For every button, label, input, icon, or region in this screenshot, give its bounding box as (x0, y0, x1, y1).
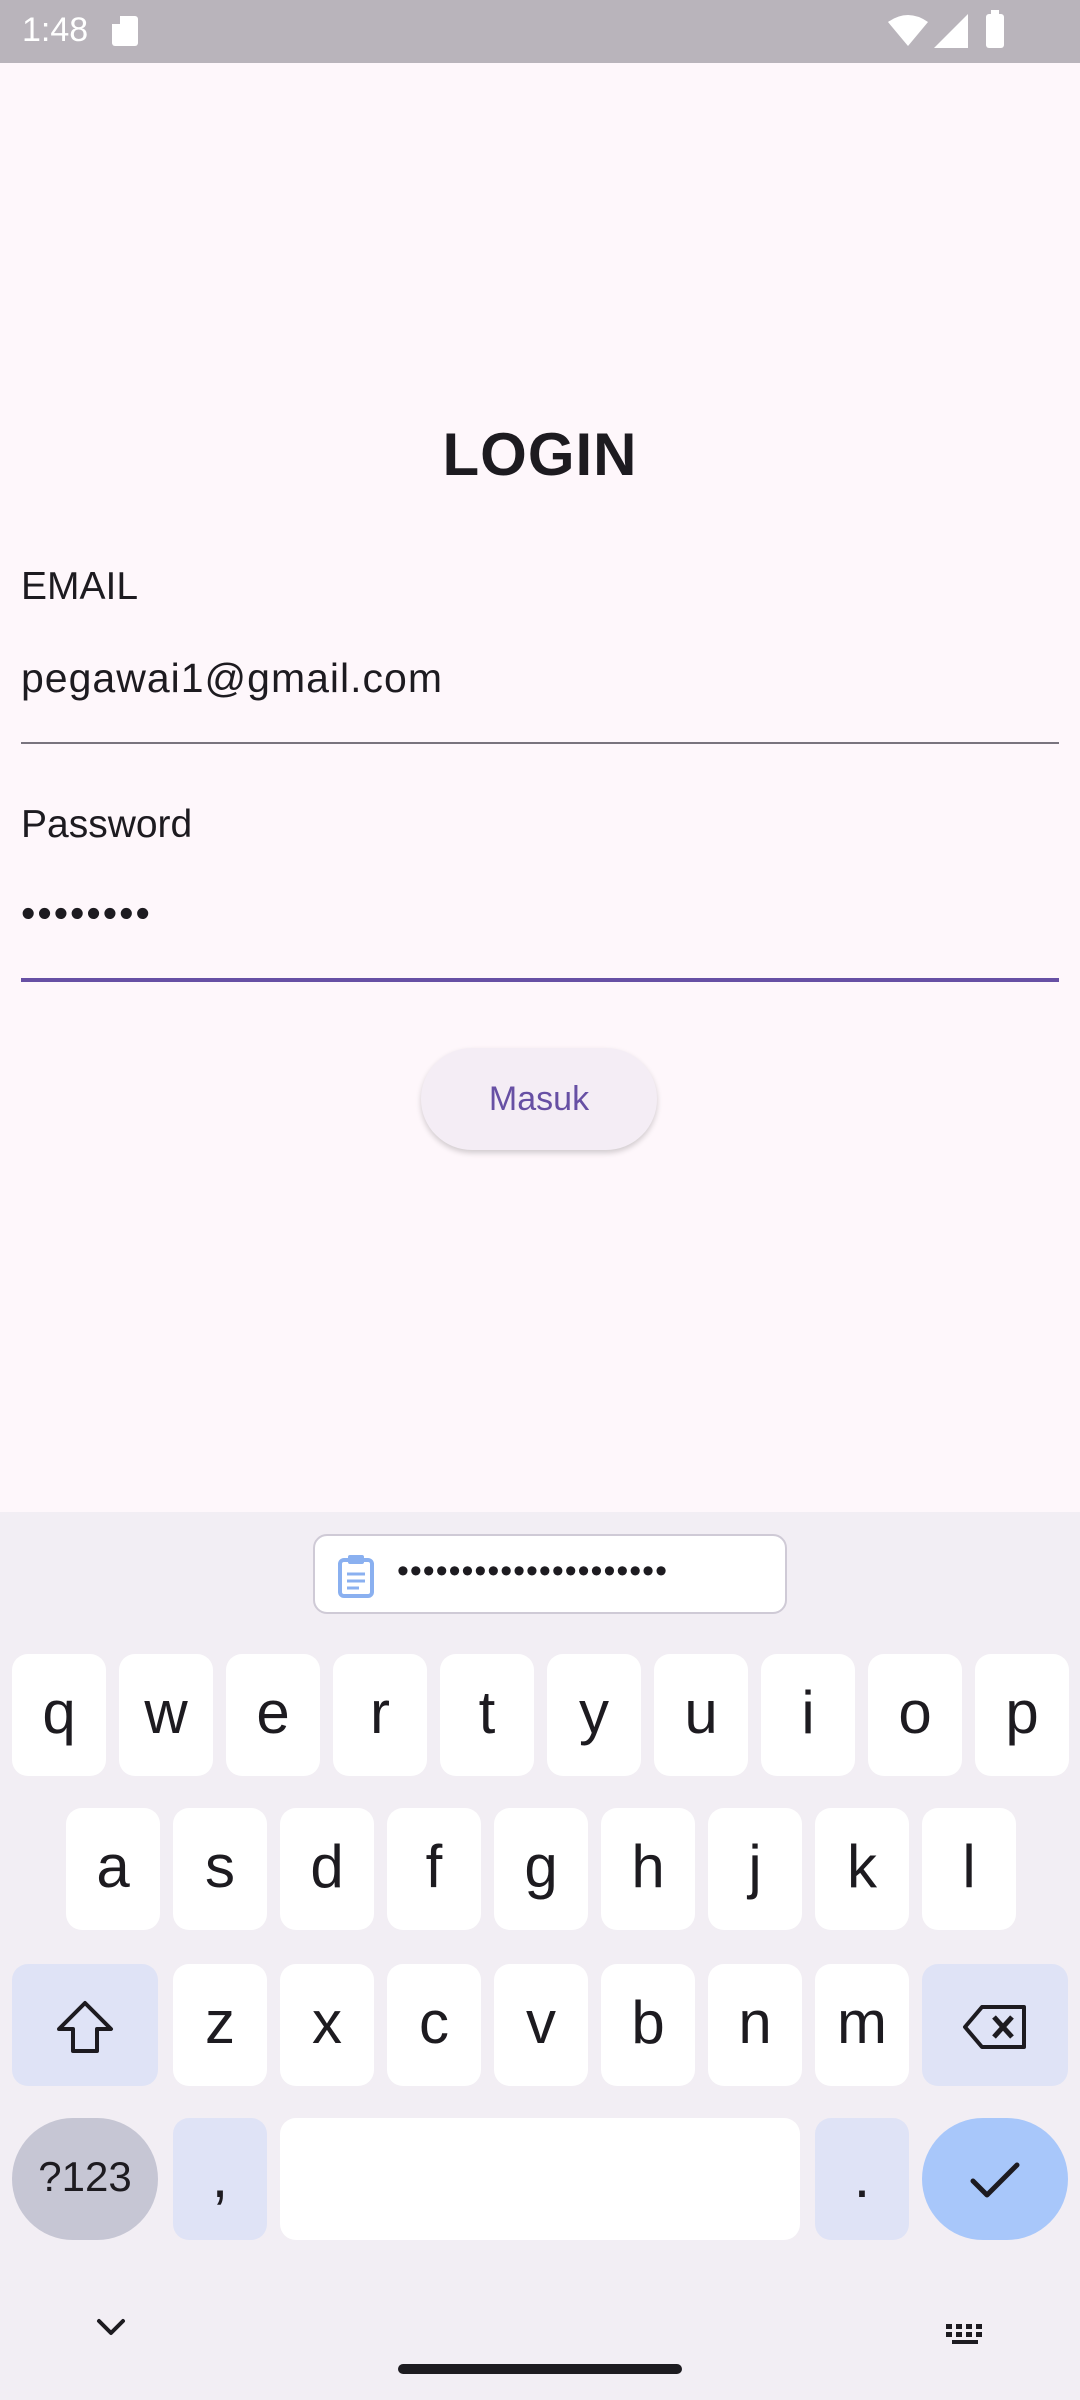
status-time: 1:48 (22, 11, 89, 49)
comma-key[interactable]: , (173, 2118, 267, 2240)
key-z[interactable]: z (173, 1964, 267, 2086)
key-j[interactable]: j (708, 1808, 802, 1930)
backspace-icon (963, 2005, 1026, 2050)
key-t[interactable]: t (440, 1654, 534, 1776)
clipboard-suggestion[interactable]: ••••••••••••••••••••• (313, 1534, 787, 1614)
email-field[interactable]: pegawai1@gmail.com (21, 655, 443, 702)
clipboard-icon (338, 1555, 374, 1598)
symbols-key[interactable]: ?123 (12, 2118, 158, 2240)
key-s[interactable]: s (173, 1808, 267, 1930)
key-h[interactable]: h (601, 1808, 695, 1930)
email-label: EMAIL (21, 565, 139, 608)
signal-icon (934, 14, 968, 48)
enter-key[interactable] (922, 2118, 1068, 2240)
key-y[interactable]: y (547, 1654, 641, 1776)
hide-keyboard-chevron-icon[interactable] (96, 2318, 126, 2336)
space-key[interactable] (280, 2118, 800, 2240)
key-q[interactable]: q (12, 1654, 106, 1776)
key-n[interactable]: n (708, 1964, 802, 2086)
key-d[interactable]: d (280, 1808, 374, 1930)
soft-keyboard: ••••••••••••••••••••• q w e r t y u i o … (0, 1512, 1080, 2400)
home-gesture-bar[interactable] (398, 2364, 682, 2374)
keyboard-switch-icon[interactable] (944, 2322, 988, 2346)
key-b[interactable]: b (601, 1964, 695, 2086)
password-field[interactable]: •••••••• (21, 890, 152, 937)
key-a[interactable]: a (66, 1808, 160, 1930)
key-w[interactable]: w (119, 1654, 213, 1776)
login-button[interactable]: Masuk (421, 1048, 657, 1150)
key-o[interactable]: o (868, 1654, 962, 1776)
shift-key[interactable] (12, 1964, 158, 2086)
battery-icon (986, 10, 1004, 48)
shift-icon (57, 2001, 113, 2054)
page-title: LOGIN (442, 421, 638, 488)
key-k[interactable]: k (815, 1808, 909, 1930)
status-bar: 1:48 (0, 0, 1080, 63)
key-u[interactable]: u (654, 1654, 748, 1776)
key-x[interactable]: x (280, 1964, 374, 2086)
password-label: Password (21, 803, 193, 846)
checkmark-icon (970, 2162, 1020, 2198)
sd-card-icon (112, 16, 138, 46)
key-l[interactable]: l (922, 1808, 1016, 1930)
key-p[interactable]: p (975, 1654, 1069, 1776)
wifi-icon (888, 15, 928, 46)
key-i[interactable]: i (761, 1654, 855, 1776)
key-r[interactable]: r (333, 1654, 427, 1776)
email-field-underline (21, 742, 1059, 744)
key-c[interactable]: c (387, 1964, 481, 2086)
key-m[interactable]: m (815, 1964, 909, 2086)
key-v[interactable]: v (494, 1964, 588, 2086)
period-key[interactable]: . (815, 2118, 909, 2240)
clipboard-text: ••••••••••••••••••••• (397, 1552, 668, 1590)
key-e[interactable]: e (226, 1654, 320, 1776)
key-f[interactable]: f (387, 1808, 481, 1930)
backspace-key[interactable] (922, 1964, 1068, 2086)
key-g[interactable]: g (494, 1808, 588, 1930)
password-field-underline (21, 978, 1059, 982)
